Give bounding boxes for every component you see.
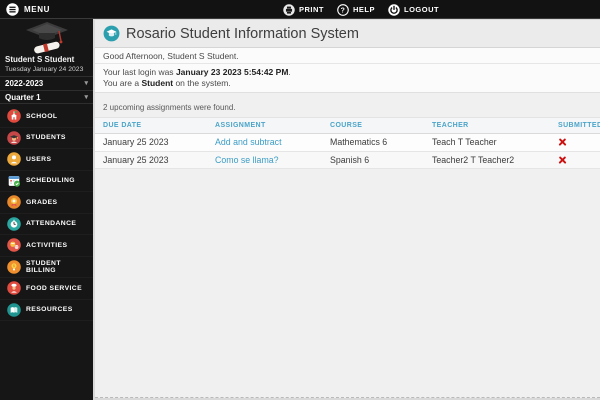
school-year-select[interactable]: 2022-2023 ▾ [0,76,93,90]
topbar-actions: PRINT ? HELP LOGOUT [283,2,439,17]
role-value: Student [141,78,173,88]
svg-text:?: ? [341,7,346,14]
sidebar-item-activities[interactable]: ACTIVITIES [0,235,93,257]
sidebar-item-resources[interactable]: RESOURCES [0,300,93,322]
help-button[interactable]: ? HELP [337,2,375,17]
chevron-down-icon: ▾ [84,94,88,101]
print-button[interactable]: PRINT [283,2,324,17]
help-icon: ? [337,4,349,16]
logout-label: LOGOUT [404,5,439,14]
sidebar-item-label: GRADES [26,199,57,206]
sidebar-item-attendance[interactable]: ATTENDANCE [0,214,93,236]
assignment-link[interactable]: Como se llama? [215,155,279,165]
menu-label: MENU [24,5,50,14]
last-login-value: January 23 2023 5:54:42 PM [176,67,288,77]
course-cell: Spanish 6 [322,152,424,169]
sidebar-item-student-billing[interactable]: $ STUDENT BILLING [0,257,93,279]
sidebar-item-label: ACTIVITIES [26,242,67,249]
page-title: Rosario Student Information System [126,26,359,42]
sidebar-item-label: SCHEDULING [26,177,75,184]
student-name: Student S Student [0,53,93,64]
hamburger-icon [6,3,19,16]
table-row: January 25 2023 Add and subtract Mathema… [95,134,600,152]
printer-icon [283,4,295,16]
col-header-course: COURSE [322,118,424,133]
person-icon [7,152,21,166]
col-header-due-date: DUE DATE [95,118,207,133]
graduation-cap-logo [0,19,93,53]
teal-grad-cap-icon [103,25,120,42]
not-submitted-icon [558,155,567,164]
sidebar-item-label: ATTENDANCE [26,220,76,227]
sidebar: Student S Student Tuesday January 24 202… [0,19,93,400]
calendar-icon [7,174,21,188]
sidebar-item-label: FOOD SERVICE [26,285,82,292]
menu-button[interactable]: MENU [6,2,50,17]
sidebar-item-users[interactable]: USERS [0,149,93,171]
chevron-down-icon: ▾ [84,80,88,87]
due-date-cell: January 25 2023 [95,134,207,151]
sidebar-item-grades[interactable]: GRADES [0,192,93,214]
marking-period-value: Quarter 1 [5,93,41,102]
not-submitted-icon [558,138,567,147]
marking-period-select[interactable]: Quarter 1 ▾ [0,90,93,104]
school-year-value: 2022-2023 [5,79,43,88]
greeting-text: Good Afternoon, Student S Student. [95,48,600,64]
last-login-line: Your last login was January 23 2023 5:54… [103,67,592,78]
table-row: January 25 2023 Como se llama? Spanish 6… [95,152,600,170]
book-icon [7,303,21,317]
due-date-cell: January 25 2023 [95,152,207,169]
print-label: PRINT [299,5,324,14]
teacher-cell: Teacher2 T Teacher2 [424,152,550,169]
power-icon [388,4,400,16]
portal-panel: Rosario Student Information System Good … [95,20,600,398]
sidebar-item-label: USERS [26,156,51,163]
medal-icon [7,195,21,209]
sidebar-item-food-service[interactable]: FOOD SERVICE [0,278,93,300]
sidebar-menu: SCHOOL STUDENTS USERS [0,106,93,321]
help-label: HELP [353,5,375,14]
sidebar-item-students[interactable]: STUDENTS [0,128,93,150]
current-date: Tuesday January 24 2023 [0,64,93,76]
role-line: You are a Student on the system. [103,78,592,89]
table-header-row: DUE DATE ASSIGNMENT COURSE TEACHER SUBMI… [95,117,600,134]
main-content: Rosario Student Information System Good … [93,19,600,400]
billing-icon: $ [7,260,21,274]
graduate-icon [7,131,21,145]
sidebar-item-school[interactable]: SCHOOL [0,106,93,128]
login-info: Your last login was January 23 2023 5:54… [95,64,600,93]
sidebar-item-label: SCHOOL [26,113,57,120]
panel-header: Rosario Student Information System [95,20,600,48]
sidebar-item-scheduling[interactable]: SCHEDULING [0,171,93,193]
balls-icon [7,238,21,252]
col-header-assignment: ASSIGNMENT [207,118,322,133]
sidebar-item-label: RESOURCES [26,306,73,313]
sidebar-item-label: STUDENT BILLING [26,260,93,274]
assignments-summary: 2 upcoming assignments were found. [95,93,600,117]
col-header-submitted: SUBMITTED [550,118,600,133]
teacher-cell: Teach T Teacher [424,134,550,151]
col-header-teacher: TEACHER [424,118,550,133]
course-cell: Mathematics 6 [322,134,424,151]
assignment-link[interactable]: Add and subtract [215,137,282,147]
logout-button[interactable]: LOGOUT [388,2,439,17]
sidebar-item-label: STUDENTS [26,134,66,141]
alarm-clock-icon [7,217,21,231]
assignments-table: DUE DATE ASSIGNMENT COURSE TEACHER SUBMI… [95,117,600,169]
topbar: MENU PRINT ? HELP LOGOUT [0,0,600,19]
school-icon [7,109,21,123]
chef-icon [7,281,21,295]
